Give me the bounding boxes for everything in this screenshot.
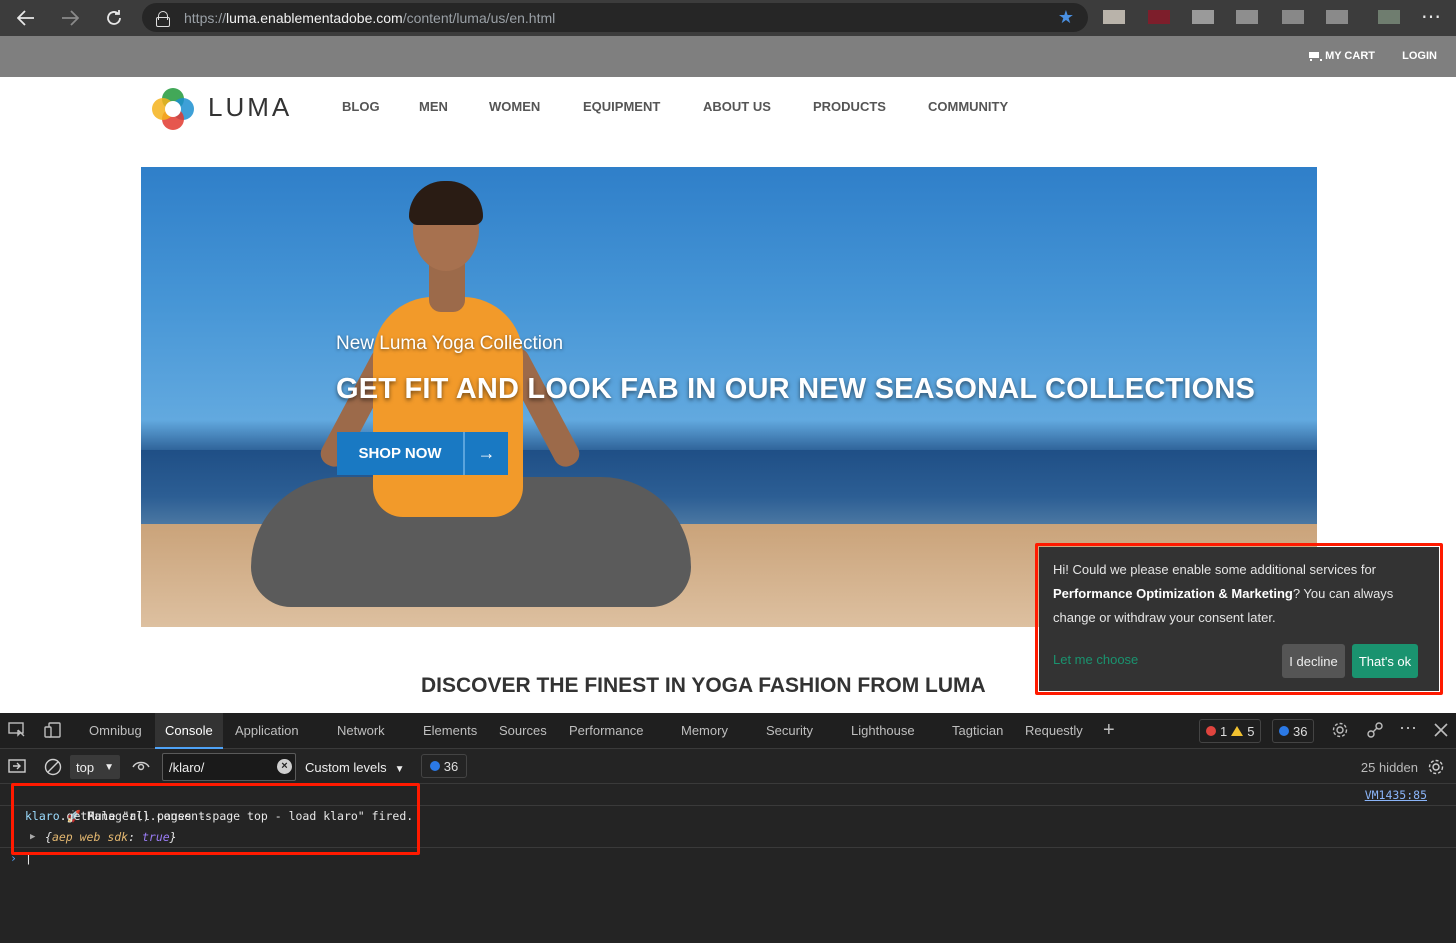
console-toolbar: top▼ × Custom levels▼ 36 25 hidden [0, 750, 1456, 784]
clear-filter-icon[interactable]: × [277, 759, 292, 774]
discover-heading: DISCOVER THE FINEST IN YOGA FASHION FROM… [421, 674, 986, 697]
site-topbar: MY CART LOGIN [0, 36, 1456, 77]
extension-icon[interactable] [1282, 10, 1304, 24]
cart-icon [1308, 51, 1323, 61]
message-icon [1279, 726, 1289, 736]
add-tab-icon[interactable]: + [1103, 719, 1115, 742]
tab-performance[interactable]: Performance [569, 723, 643, 738]
tab-application[interactable]: Application [235, 723, 299, 738]
tab-elements[interactable]: Elements [423, 723, 477, 738]
hidden-messages-count: 25 hidden [1360, 760, 1418, 775]
accept-button[interactable]: That's ok [1352, 644, 1418, 678]
live-expression-eye-icon[interactable] [132, 759, 150, 778]
consent-message: Hi! Could we please enable some addition… [1053, 562, 1394, 625]
extension-icon[interactable] [1148, 10, 1170, 24]
extension-icon[interactable] [1103, 10, 1125, 24]
extension-icon[interactable] [1192, 10, 1214, 24]
nav-about-us[interactable]: ABOUT US [703, 99, 771, 114]
warning-icon [1231, 726, 1244, 736]
tab-lighthouse[interactable]: Lighthouse [851, 723, 915, 738]
message-icon [429, 761, 440, 771]
hero-subtitle: New Luma Yoga Collection [336, 333, 564, 354]
sidebar-toggle-icon[interactable] [8, 758, 26, 779]
tab-console[interactable]: Console [155, 713, 223, 749]
messages-counter[interactable]: 36 [1272, 719, 1315, 743]
tab-security[interactable]: Security [766, 723, 813, 738]
devtools-tab-bar: Omnibug Console Application Network Elem… [0, 713, 1456, 749]
lock-icon[interactable] [156, 10, 170, 27]
my-cart-link[interactable]: MY CART [1308, 50, 1375, 62]
remote-devices-icon[interactable] [1366, 721, 1384, 744]
prompt-chevron-icon: › [10, 851, 17, 865]
favorite-star-icon[interactable]: ★ [1058, 7, 1074, 28]
expand-triangle-icon[interactable]: ▶ [30, 827, 35, 848]
dropdown-caret-icon: ▼ [104, 761, 114, 773]
browser-toolbar: https://luma.enablementadobe.com/content… [0, 0, 1456, 36]
let-me-choose-link[interactable]: Let me choose [1053, 652, 1138, 667]
console-prompt[interactable]: › | [0, 848, 1456, 872]
luma-logo-icon[interactable] [150, 86, 196, 132]
dropdown-caret-icon: ▼ [394, 764, 405, 775]
tab-requestly[interactable]: Requestly [1025, 723, 1083, 738]
inspect-element-icon[interactable] [8, 722, 26, 743]
settings-gear-icon[interactable] [1331, 721, 1349, 744]
consent-dialog: Hi! Could we please enable some addition… [1039, 547, 1439, 691]
login-link[interactable]: LOGIN [1402, 50, 1437, 62]
clear-console-icon[interactable] [44, 758, 62, 781]
hero-figure [409, 181, 483, 225]
context-selector[interactable]: top ▼ [70, 755, 120, 779]
nav-women[interactable]: WOMEN [489, 99, 540, 114]
shop-now-label[interactable]: SHOP NOW [337, 445, 463, 462]
device-toggle-icon[interactable] [44, 722, 62, 743]
console-output: 🚀 Rule "all pages - page top - load klar… [0, 785, 1456, 872]
console-source-link[interactable]: VM1435:85 [1365, 785, 1427, 806]
more-options-icon[interactable]: ⋯ [1399, 718, 1417, 739]
luma-logo-text[interactable]: LUMA [208, 92, 292, 123]
arrow-right-icon[interactable]: → [465, 443, 508, 464]
console-settings-gear-icon[interactable] [1427, 758, 1445, 781]
filtered-messages-counter[interactable]: 36 [421, 754, 467, 778]
issues-counter[interactable]: 1 5 [1199, 719, 1262, 743]
close-devtools-icon[interactable] [1434, 723, 1448, 742]
nav-men[interactable]: MEN [419, 99, 448, 114]
url-text[interactable]: https://luma.enablementadobe.com/content… [184, 10, 555, 26]
tab-tagtician[interactable]: Tagtician [952, 723, 1003, 738]
extension-icon[interactable] [1326, 10, 1348, 24]
hero-title: GET FIT AND LOOK FAB IN OUR NEW SEASONAL… [336, 373, 1256, 405]
console-filter-input[interactable] [162, 753, 296, 781]
devtools-panel: Omnibug Console Application Network Elem… [0, 713, 1456, 943]
browser-menu-icon[interactable]: ⋯ [1421, 4, 1442, 29]
shop-now-button[interactable]: SHOP NOW → [337, 432, 508, 475]
log-levels-dropdown[interactable]: Custom levels ▼ [305, 760, 405, 775]
nav-products[interactable]: PRODUCTS [813, 99, 886, 114]
forward-icon[interactable] [48, 0, 92, 36]
decline-button[interactable]: I decline [1282, 644, 1345, 678]
tab-network[interactable]: Network [337, 723, 385, 738]
profile-icon[interactable] [1378, 10, 1400, 24]
address-bar[interactable]: https://luma.enablementadobe.com/content… [142, 3, 1088, 32]
back-icon[interactable] [4, 0, 48, 36]
error-icon [1206, 726, 1216, 736]
console-log-line: 🚀 Rule "all pages - page top - load klar… [0, 785, 1456, 823]
reload-icon[interactable] [92, 0, 136, 36]
tab-memory[interactable]: Memory [681, 723, 728, 738]
tab-omnibug[interactable]: Omnibug [89, 723, 142, 738]
hero-figure [373, 297, 523, 517]
nav-community[interactable]: COMMUNITY [928, 99, 1008, 114]
nav-equipment[interactable]: EQUIPMENT [583, 99, 660, 114]
tab-sources[interactable]: Sources [499, 723, 547, 738]
extension-icon[interactable] [1236, 10, 1258, 24]
nav-blog[interactable]: BLOG [342, 99, 380, 114]
console-result-line[interactable]: ▶ {aep web sdk: true} [0, 827, 1456, 848]
console-command-line: klaro.getManager().consents [25, 809, 212, 823]
